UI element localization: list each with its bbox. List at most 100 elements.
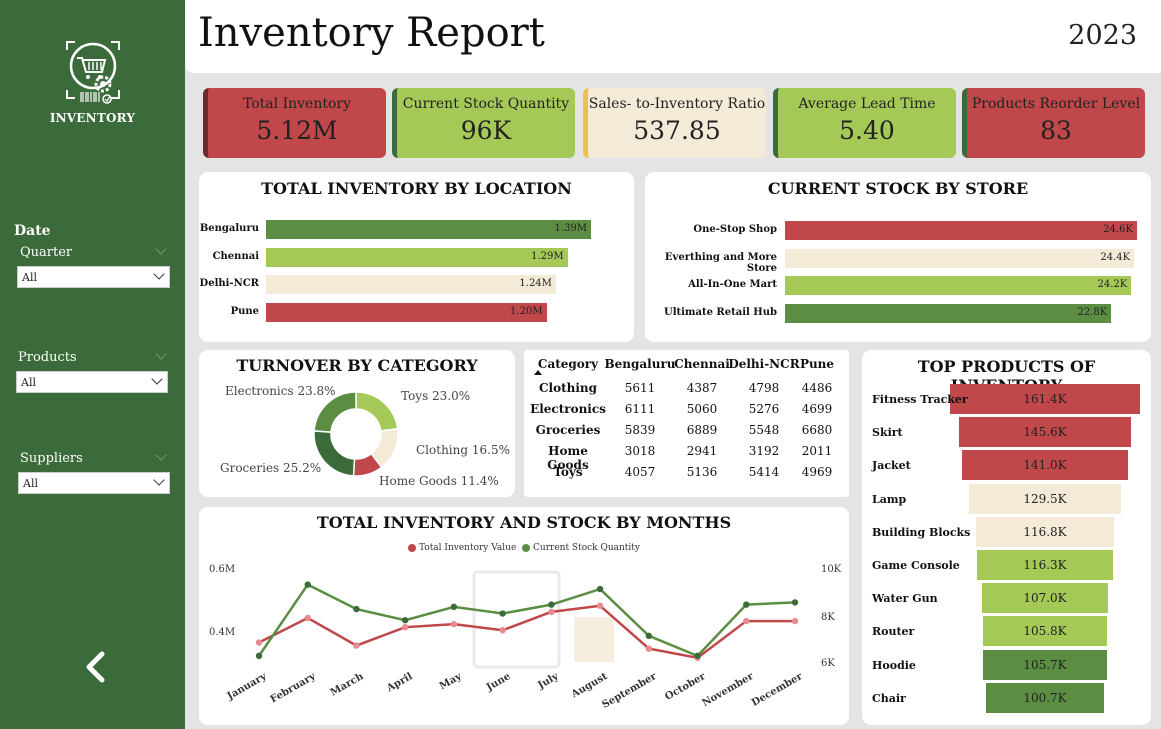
bar-label: Bengaluru bbox=[199, 223, 259, 234]
products-collapse-icon[interactable] bbox=[155, 348, 167, 360]
funnel-bar[interactable]: 161.4K bbox=[950, 384, 1140, 414]
data-point[interactable] bbox=[353, 642, 360, 649]
data-point[interactable] bbox=[304, 581, 311, 588]
data-point[interactable] bbox=[596, 585, 604, 593]
data-point[interactable] bbox=[401, 623, 409, 631]
page-title: Inventory Report bbox=[198, 10, 545, 56]
donut-label-home-goods: Home Goods 11.4% bbox=[379, 474, 499, 488]
data-point[interactable] bbox=[255, 652, 263, 660]
kpi-label: Products Reorder Level bbox=[971, 96, 1141, 112]
donut-label-electronics: Electronics 23.8% bbox=[225, 384, 336, 398]
store-chart-panel: CURRENT STOCK BY STORE One-Stop Shop 24.6… bbox=[645, 172, 1151, 342]
data-point[interactable] bbox=[401, 617, 409, 624]
box-illustration bbox=[574, 617, 614, 662]
funnel-label: Lamp bbox=[872, 492, 907, 506]
funnel-bar[interactable]: 105.7K bbox=[982, 649, 1108, 680]
category-cell: Clothing bbox=[538, 381, 598, 395]
funnel-bar[interactable]: 105.8K bbox=[982, 616, 1108, 647]
data-point[interactable] bbox=[743, 617, 750, 625]
table-row: Electronics 6111 5060 5276 4699 bbox=[524, 402, 849, 420]
data-point[interactable] bbox=[596, 602, 604, 609]
turnover-chart-title: TURNOVER BY CATEGORY bbox=[236, 356, 478, 375]
bar-label: All-In-One Mart bbox=[688, 279, 777, 290]
table-row: Clothing 5611 4387 4798 4486 bbox=[524, 381, 849, 399]
data-point[interactable] bbox=[450, 620, 458, 628]
suppliers-dropdown-value: All bbox=[23, 477, 38, 490]
report-year: 2023 bbox=[1068, 20, 1137, 51]
bar-label: Ultimate Retail Hub bbox=[663, 306, 777, 318]
funnel-bar[interactable]: 116.3K bbox=[976, 550, 1114, 580]
funnel-value: 100.7K bbox=[1023, 690, 1067, 705]
kpi-label: Average Lead Time bbox=[798, 96, 936, 112]
funnel-bar[interactable]: 129.5K bbox=[968, 483, 1122, 514]
store-chart-title: CURRENT STOCK BY STORE bbox=[767, 179, 1029, 198]
suppliers-collapse-icon[interactable] bbox=[155, 449, 167, 461]
funnel-label: Skirt bbox=[872, 426, 903, 440]
suppliers-label: Suppliers bbox=[20, 451, 83, 466]
quarter-label: Quarter bbox=[20, 245, 73, 260]
kpi-label: Current Stock Quantity bbox=[402, 96, 570, 112]
series-line-0 bbox=[258, 604, 795, 660]
turnover-chart-panel: TURNOVER BY CATEGORY Electronics 23.8% T… bbox=[199, 350, 515, 497]
bar-value: 24.2K bbox=[1097, 279, 1128, 290]
data-point[interactable] bbox=[255, 639, 263, 646]
data-point[interactable] bbox=[743, 601, 750, 608]
donut-label-toys: Toys 23.0% bbox=[401, 389, 471, 403]
funnel-value: 129.5K bbox=[1023, 491, 1067, 506]
table-row: Groceries 5839 6889 5548 6680 bbox=[524, 423, 849, 441]
table-row: Home Goods 3018 2941 3192 2011 bbox=[524, 444, 849, 472]
data-point[interactable] bbox=[694, 652, 701, 660]
data-point[interactable] bbox=[791, 617, 799, 625]
bar-label: Everthing and More Store bbox=[664, 251, 777, 274]
table-header-cell[interactable]: Pune bbox=[777, 357, 857, 371]
donut-label-groceries: Groceries 25.2% bbox=[220, 461, 322, 475]
data-point[interactable] bbox=[304, 614, 311, 622]
data-point[interactable] bbox=[548, 601, 555, 608]
data-point[interactable] bbox=[499, 627, 506, 634]
quarter-collapse-icon[interactable] bbox=[155, 243, 167, 255]
kpi-value: 5.40 bbox=[839, 116, 895, 145]
funnel-label: Hoodie bbox=[872, 658, 916, 672]
category-cell: Toys bbox=[553, 465, 583, 479]
kpi-label: Total Inventory bbox=[243, 96, 351, 112]
chevron-down-icon bbox=[153, 268, 165, 280]
funnel-bar[interactable]: 141.0K bbox=[962, 450, 1128, 481]
bar-value: 1.24M bbox=[519, 278, 552, 289]
data-point[interactable] bbox=[791, 599, 799, 606]
kpi-value: 96K bbox=[460, 116, 512, 145]
quarter-dropdown[interactable]: All bbox=[17, 266, 170, 288]
funnel-bar[interactable]: 100.7K bbox=[985, 682, 1105, 713]
chevron-left-icon[interactable] bbox=[83, 650, 107, 684]
donut-label-clothing: Clothing 16.5% bbox=[416, 443, 510, 457]
bar-value: 1.20M bbox=[510, 305, 543, 317]
products-dropdown[interactable]: All bbox=[16, 371, 168, 393]
data-point[interactable] bbox=[645, 645, 653, 652]
table-header-cell[interactable]: Category bbox=[528, 357, 608, 371]
bar-value: 24.4K bbox=[1100, 251, 1131, 263]
funnel-bar[interactable]: 145.6K bbox=[959, 417, 1131, 448]
header: Inventory Report 2023 bbox=[185, 0, 1161, 73]
suppliers-dropdown[interactable]: All bbox=[18, 472, 170, 494]
data-point[interactable] bbox=[499, 610, 506, 617]
funnel-value: 105.7K bbox=[1023, 657, 1067, 672]
funnel-label: Fitness Tracker bbox=[872, 393, 968, 406]
data-point[interactable] bbox=[548, 608, 555, 616]
category-cell: Electronics bbox=[530, 402, 606, 416]
data-point[interactable] bbox=[450, 603, 458, 611]
sort-up-icon[interactable] bbox=[534, 370, 542, 375]
inventory-cart-icon bbox=[66, 41, 120, 104]
donut-slice-toys[interactable] bbox=[355, 391, 399, 432]
bar-label: Delhi-NCR bbox=[199, 278, 259, 289]
date-label: Date bbox=[14, 223, 51, 239]
donut-slice-electronics[interactable] bbox=[313, 391, 357, 433]
funnel-bar[interactable]: 107.0K bbox=[982, 583, 1108, 614]
data-point[interactable] bbox=[645, 632, 653, 640]
funnel-bar[interactable]: 116.8K bbox=[976, 516, 1114, 547]
kpi-label: Sales- to-Inventory Ratio bbox=[588, 96, 766, 112]
bar-value: 1.29M bbox=[531, 250, 564, 262]
funnel-label: Water Gun bbox=[872, 592, 938, 606]
kpi-card-0: Total Inventory 5.12M bbox=[203, 88, 386, 158]
data-point[interactable] bbox=[353, 605, 360, 613]
kpi-value: 83 bbox=[1040, 116, 1072, 145]
funnel-value: 116.8K bbox=[1023, 524, 1067, 539]
